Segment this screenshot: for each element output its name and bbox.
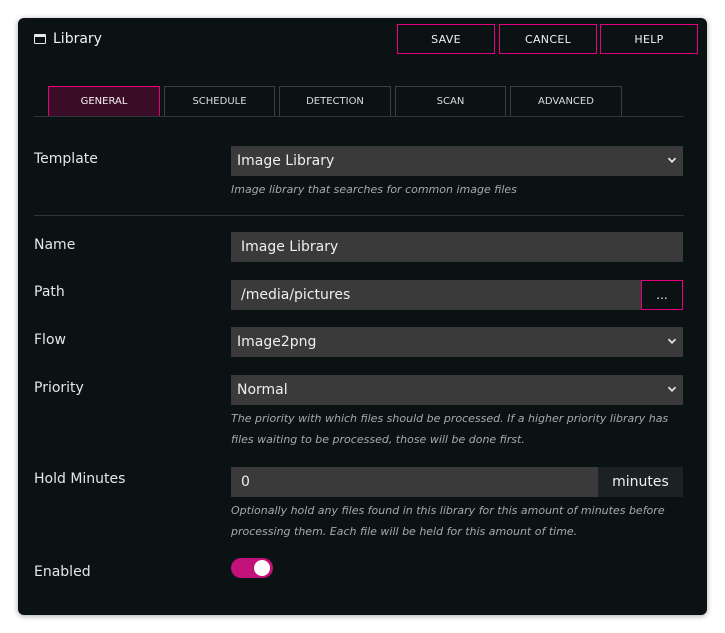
enabled-label: Enabled [34,564,91,580]
chevron-down-icon [667,338,677,344]
chevron-down-icon [667,157,677,163]
priority-help-line-2: files waiting to be processed, those wil… [231,433,525,446]
template-select-value: Image Library [237,153,335,169]
priority-select-value: Normal [237,382,288,398]
section-divider [34,215,684,216]
template-help: Image library that searches for common i… [231,183,517,196]
minutes-suffix: minutes [598,467,683,497]
flow-select[interactable]: Image2png [231,327,683,357]
tab-general[interactable]: GENERAL [48,86,160,116]
path-label: Path [34,284,65,300]
priority-help: The priority with which files should be … [231,408,683,450]
save-button[interactable]: SAVE [397,24,495,54]
template-select[interactable]: Image Library [231,146,683,176]
browse-button[interactable]: ... [641,280,683,310]
name-input[interactable]: Image Library [231,232,683,262]
hold-minutes-input[interactable]: 0 [231,467,598,497]
template-label: Template [34,151,98,167]
tab-underline [34,116,684,117]
enabled-toggle[interactable] [231,558,273,578]
hold-minutes-help-line-1: Optionally hold any files found in this … [231,504,665,517]
cancel-button[interactable]: CANCEL [499,24,597,54]
help-button[interactable]: HELP [600,24,698,54]
path-input[interactable]: /media/pictures [231,280,641,310]
flow-label: Flow [34,332,66,348]
library-dialog: Library SAVE CANCEL HELP GENERAL SCHEDUL… [18,18,707,615]
dialog-header: Library [34,31,102,47]
priority-help-line-1: The priority with which files should be … [231,412,669,425]
tab-scan[interactable]: SCAN [395,86,506,116]
tab-detection[interactable]: DETECTION [279,86,391,116]
chevron-down-icon [667,386,677,392]
priority-label: Priority [34,380,84,396]
name-label: Name [34,237,76,253]
tab-schedule[interactable]: SCHEDULE [164,86,275,116]
priority-select[interactable]: Normal [231,375,683,405]
toggle-knob[interactable] [254,560,270,576]
hold-minutes-help-line-2: processing them. Each file will be held … [231,525,578,538]
window-icon [34,34,46,44]
hold-minutes-help: Optionally hold any files found in this … [231,500,683,542]
tab-bar: GENERAL SCHEDULE DETECTION SCAN ADVANCED [48,86,622,116]
tab-advanced[interactable]: ADVANCED [510,86,622,116]
flow-select-value: Image2png [237,334,317,350]
hold-minutes-label: Hold Minutes [34,471,126,487]
dialog-title: Library [53,31,102,47]
